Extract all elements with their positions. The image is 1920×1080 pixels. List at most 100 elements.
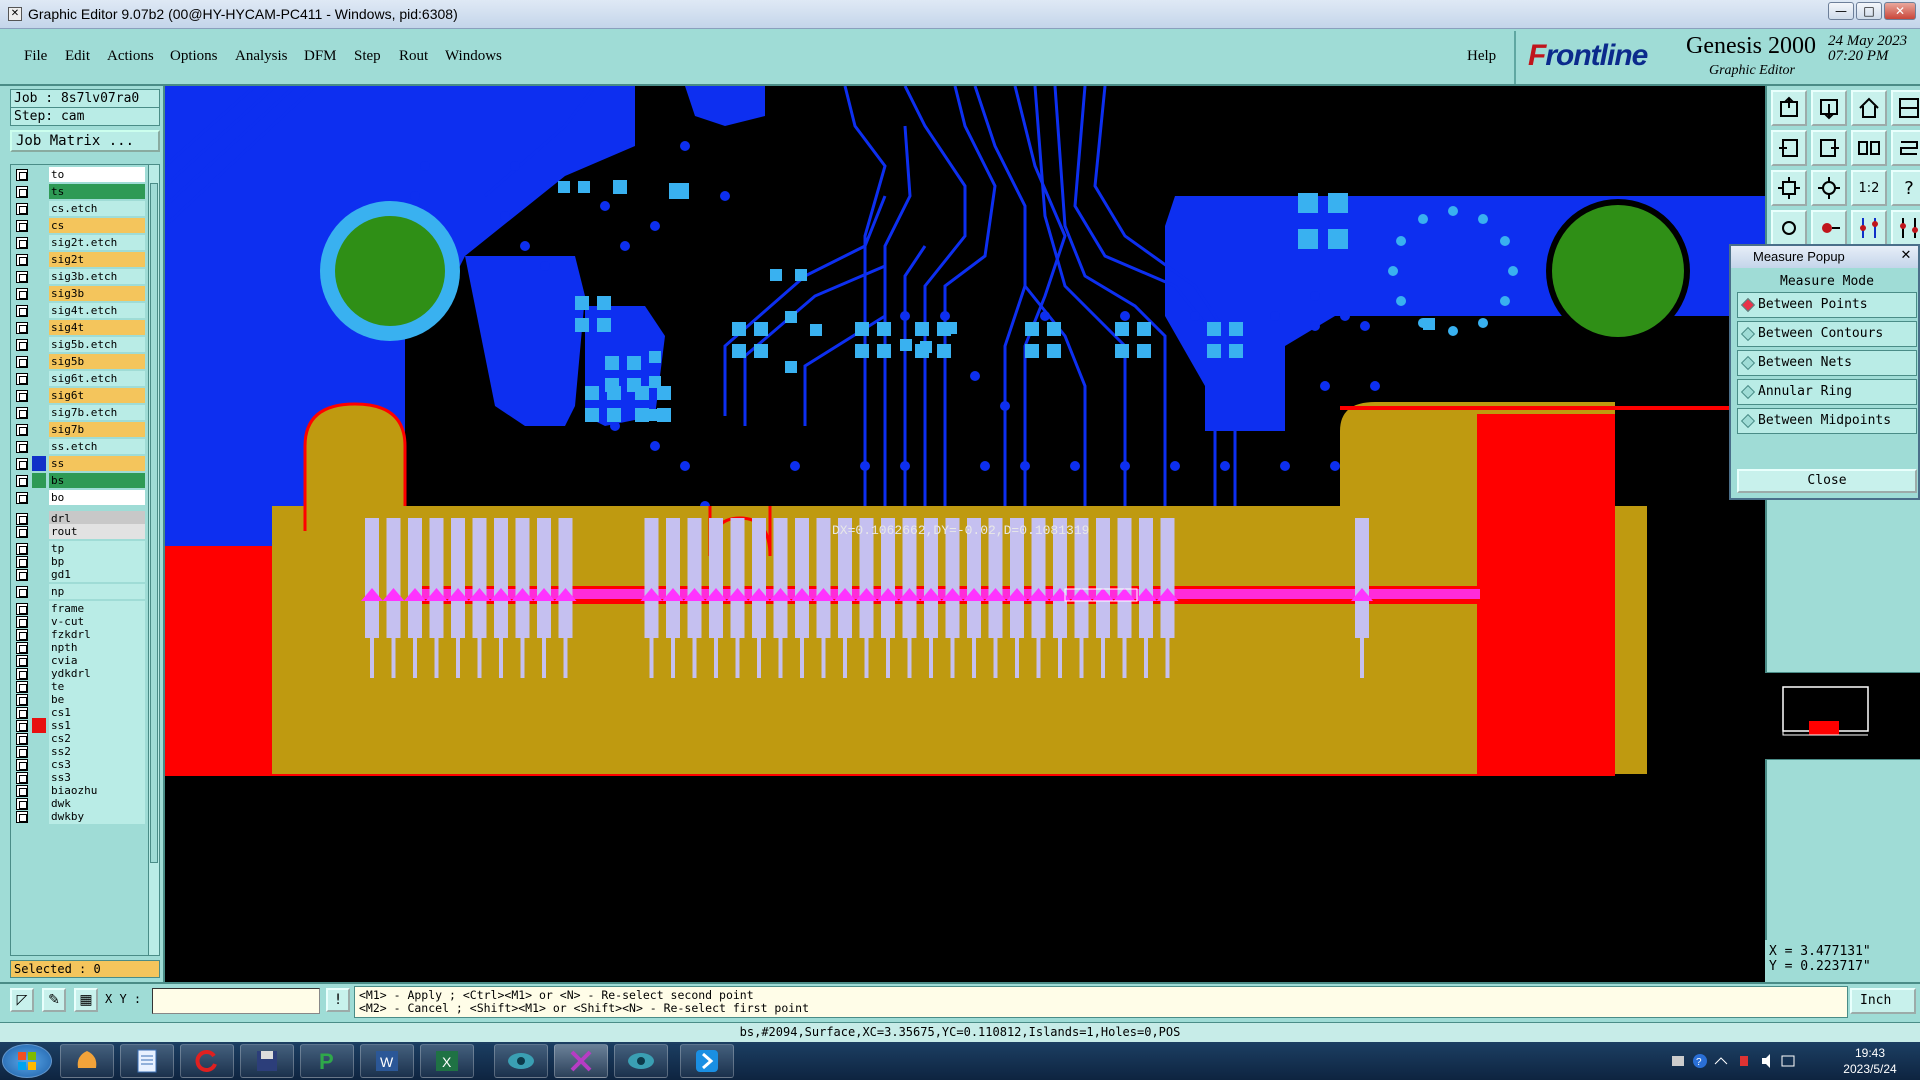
layer-checkbox[interactable] — [16, 681, 28, 693]
layer-name[interactable]: to — [49, 167, 145, 182]
layer-color-swatch[interactable] — [32, 809, 46, 824]
xy-input[interactable] — [152, 988, 320, 1014]
layer-checkbox[interactable] — [16, 733, 28, 745]
layer-checkbox[interactable] — [16, 288, 28, 300]
layer-color-swatch[interactable] — [32, 473, 46, 488]
layer-color-swatch[interactable] — [32, 286, 46, 301]
option-annular-ring[interactable]: Annular Ring — [1737, 379, 1917, 405]
layer-color-swatch[interactable] — [32, 490, 46, 505]
net2-icon[interactable] — [1891, 210, 1920, 246]
layer-name[interactable]: sig5b.etch — [49, 337, 145, 352]
layer-checkbox[interactable] — [16, 373, 28, 385]
layer-checkbox[interactable] — [16, 720, 28, 732]
probe-icon[interactable] — [1811, 210, 1847, 246]
layer-color-swatch[interactable] — [32, 439, 46, 454]
pan-left-icon[interactable] — [1771, 130, 1807, 166]
layer-checkbox[interactable] — [16, 694, 28, 706]
layer-color-swatch[interactable] — [32, 218, 46, 233]
layer-checkbox[interactable] — [16, 339, 28, 351]
help-icon[interactable]: ? — [1891, 170, 1920, 206]
popup-close-icon[interactable]: ✕ — [1897, 248, 1915, 264]
layer-checkbox[interactable] — [16, 785, 28, 797]
redraw-icon[interactable] — [1891, 130, 1920, 166]
layer-color-swatch[interactable] — [32, 388, 46, 403]
layer-checkbox[interactable] — [16, 746, 28, 758]
menu-step[interactable]: Step — [354, 48, 381, 65]
excel-icon[interactable]: X — [420, 1044, 474, 1078]
layer-name[interactable]: sig7b — [49, 422, 145, 437]
layer-color-swatch[interactable] — [32, 235, 46, 250]
layer-checkbox[interactable] — [16, 305, 28, 317]
close-window-button[interactable]: ✕ — [1884, 2, 1916, 20]
menu-actions[interactable]: Actions — [107, 48, 154, 65]
popup-close-button[interactable]: Close — [1737, 469, 1917, 493]
layer-checkbox[interactable] — [16, 513, 28, 525]
layer-color-swatch[interactable] — [32, 252, 46, 267]
layer-checkbox[interactable] — [16, 220, 28, 232]
genesis-x-icon[interactable] — [554, 1044, 608, 1078]
window-tool-icon[interactable] — [1891, 90, 1920, 126]
layer-name[interactable]: np — [49, 584, 145, 599]
layer-name[interactable]: ss.etch — [49, 439, 145, 454]
export-tool-icon[interactable] — [1811, 90, 1847, 126]
layer-checkbox[interactable] — [16, 186, 28, 198]
units-selector[interactable]: Inch — [1850, 988, 1916, 1014]
layer-checkbox[interactable] — [16, 629, 28, 641]
layer-checkbox[interactable] — [16, 798, 28, 810]
layer-color-swatch[interactable] — [32, 303, 46, 318]
layer-checkbox[interactable] — [16, 322, 28, 334]
arrow-app-icon[interactable] — [680, 1044, 734, 1078]
layer-checkbox[interactable] — [16, 526, 28, 538]
layer-checkbox[interactable] — [16, 271, 28, 283]
info-icon[interactable]: ! — [326, 988, 350, 1012]
layer-color-swatch[interactable] — [32, 354, 46, 369]
layer-checkbox[interactable] — [16, 237, 28, 249]
layer-name[interactable]: sig6t.etch — [49, 371, 145, 386]
layer-name[interactable]: sig4t — [49, 320, 145, 335]
menu-windows[interactable]: Windows — [445, 48, 502, 65]
layer-checkbox[interactable] — [16, 424, 28, 436]
notepad-icon[interactable] — [120, 1044, 174, 1078]
layer-color-swatch[interactable] — [32, 269, 46, 284]
option-between-contours[interactable]: Between Contours — [1737, 321, 1917, 347]
layer-color-swatch[interactable] — [32, 584, 46, 599]
layer-checkbox[interactable] — [16, 707, 28, 719]
pan-right-icon[interactable] — [1811, 130, 1847, 166]
layer-name[interactable]: sig7b.etch — [49, 405, 145, 420]
layer-name[interactable]: sig2t — [49, 252, 145, 267]
layer-name[interactable]: sig4t.etch — [49, 303, 145, 318]
layer-checkbox[interactable] — [16, 556, 28, 568]
job-matrix-button[interactable]: Job Matrix ... — [10, 130, 160, 152]
option-between-nets[interactable]: Between Nets — [1737, 350, 1917, 376]
zoom-1-2-icon[interactable]: 1:2 — [1851, 170, 1887, 206]
layer-color-swatch[interactable] — [32, 456, 46, 471]
layer-checkbox[interactable] — [16, 475, 28, 487]
edit-icon[interactable]: ✎ — [42, 988, 66, 1012]
layer-checkbox[interactable] — [16, 759, 28, 771]
layer-name[interactable]: gd1 — [49, 567, 145, 582]
snap-icon[interactable]: ◸ — [10, 988, 34, 1012]
layer-name[interactable]: cs.etch — [49, 201, 145, 216]
layer-name[interactable]: cs — [49, 218, 145, 233]
menu-edit[interactable]: Edit — [65, 48, 90, 65]
zoom-center-icon[interactable] — [1811, 170, 1847, 206]
menu-help[interactable]: Help — [1467, 48, 1496, 65]
maximize-button[interactable]: □ — [1856, 2, 1882, 20]
layer-checkbox[interactable] — [16, 407, 28, 419]
menu-options[interactable]: Options — [170, 48, 218, 65]
net-icon[interactable] — [1851, 210, 1887, 246]
grid-icon[interactable]: ▦ — [74, 988, 98, 1012]
layer-color-swatch[interactable] — [32, 337, 46, 352]
import-tool-icon[interactable] — [1771, 90, 1807, 126]
layer-checkbox[interactable] — [16, 569, 28, 581]
menu-dfm[interactable]: DFM — [304, 48, 337, 65]
layer-name[interactable]: sig3b — [49, 286, 145, 301]
one-to-one-icon[interactable] — [1851, 130, 1887, 166]
home-tool-icon[interactable] — [1851, 90, 1887, 126]
layer-color-swatch[interactable] — [32, 184, 46, 199]
layer-checkbox[interactable] — [16, 603, 28, 615]
zoom-fit-icon[interactable] — [1771, 170, 1807, 206]
eye-app-icon[interactable] — [494, 1044, 548, 1078]
layer-checkbox[interactable] — [16, 642, 28, 654]
layer-name[interactable]: sig5b — [49, 354, 145, 369]
